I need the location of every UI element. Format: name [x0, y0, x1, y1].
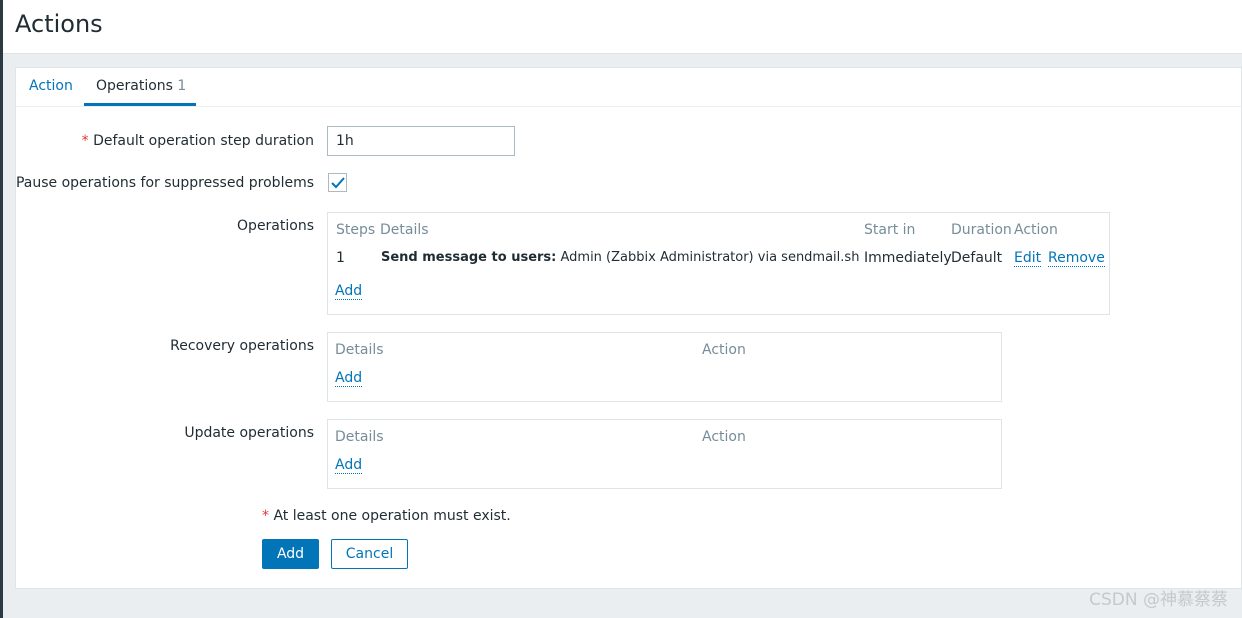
row-details: Send message to users: Admin (Zabbix Adm… [381, 250, 859, 265]
watermark: CSDN @神慕蔡蔡 [1089, 590, 1228, 610]
remove-link[interactable]: Remove [1048, 250, 1105, 267]
update-add-link[interactable]: Add [335, 457, 363, 474]
step-duration-label-text: Default operation step duration [93, 133, 314, 149]
row-details-text: Admin (Zabbix Administrator) via sendmai… [556, 250, 860, 265]
cancel-button[interactable]: Cancel [331, 539, 408, 569]
required-mark: * [262, 508, 269, 524]
row-details-bold: Send message to users: [381, 250, 557, 265]
tab-action[interactable]: Action [29, 78, 73, 94]
operations-table: Steps Details Start in Duration Action 1… [327, 212, 1110, 315]
update-operations-label: Update operations [184, 425, 314, 441]
update-operations-table: Details Action Add [327, 419, 1002, 489]
tab-operations-count: 1 [177, 78, 187, 94]
col-steps: Steps [336, 222, 376, 238]
action-form-panel: Action Operations 1 * Default operation … [15, 67, 1242, 589]
checkmark-icon [331, 177, 345, 189]
row-steps: 1 [336, 250, 345, 266]
page-title: Actions [15, 10, 103, 38]
col-details: Details [380, 222, 429, 238]
tab-bar: Action Operations 1 [16, 68, 1242, 107]
col-action: Action [1014, 222, 1058, 238]
tab-operations-label: Operations [96, 78, 173, 94]
recovery-operations-table: Details Action Add [327, 332, 1002, 402]
recovery-col-action: Action [702, 342, 746, 358]
active-tab-indicator [84, 103, 196, 106]
pause-operations-label: Pause operations for suppressed problems [15, 175, 314, 191]
page-header: Actions [3, 0, 1242, 54]
row-start-in: Immediately [864, 250, 952, 266]
recovery-operations-label: Recovery operations [170, 338, 314, 354]
col-duration: Duration [951, 222, 1012, 238]
recovery-add-link[interactable]: Add [335, 370, 363, 387]
update-col-action: Action [702, 429, 746, 445]
pause-operations-checkbox[interactable] [328, 173, 347, 192]
recovery-col-details: Details [335, 342, 384, 358]
operations-label: Operations [237, 218, 314, 234]
add-button[interactable]: Add [262, 539, 319, 569]
step-duration-label: * Default operation step duration [82, 133, 314, 149]
required-mark: * [81, 133, 89, 149]
step-duration-input[interactable] [327, 126, 515, 156]
operations-add-link[interactable]: Add [335, 283, 363, 300]
tab-operations[interactable]: Operations 1 [96, 78, 186, 94]
row-duration: Default [951, 250, 1003, 266]
update-col-details: Details [335, 429, 384, 445]
col-start-in: Start in [864, 222, 916, 238]
operation-required-note: * At least one operation must exist. [262, 508, 511, 524]
operation-required-text: At least one operation must exist. [273, 508, 511, 524]
sidebar-edge [0, 0, 3, 618]
edit-link[interactable]: Edit [1014, 250, 1042, 267]
